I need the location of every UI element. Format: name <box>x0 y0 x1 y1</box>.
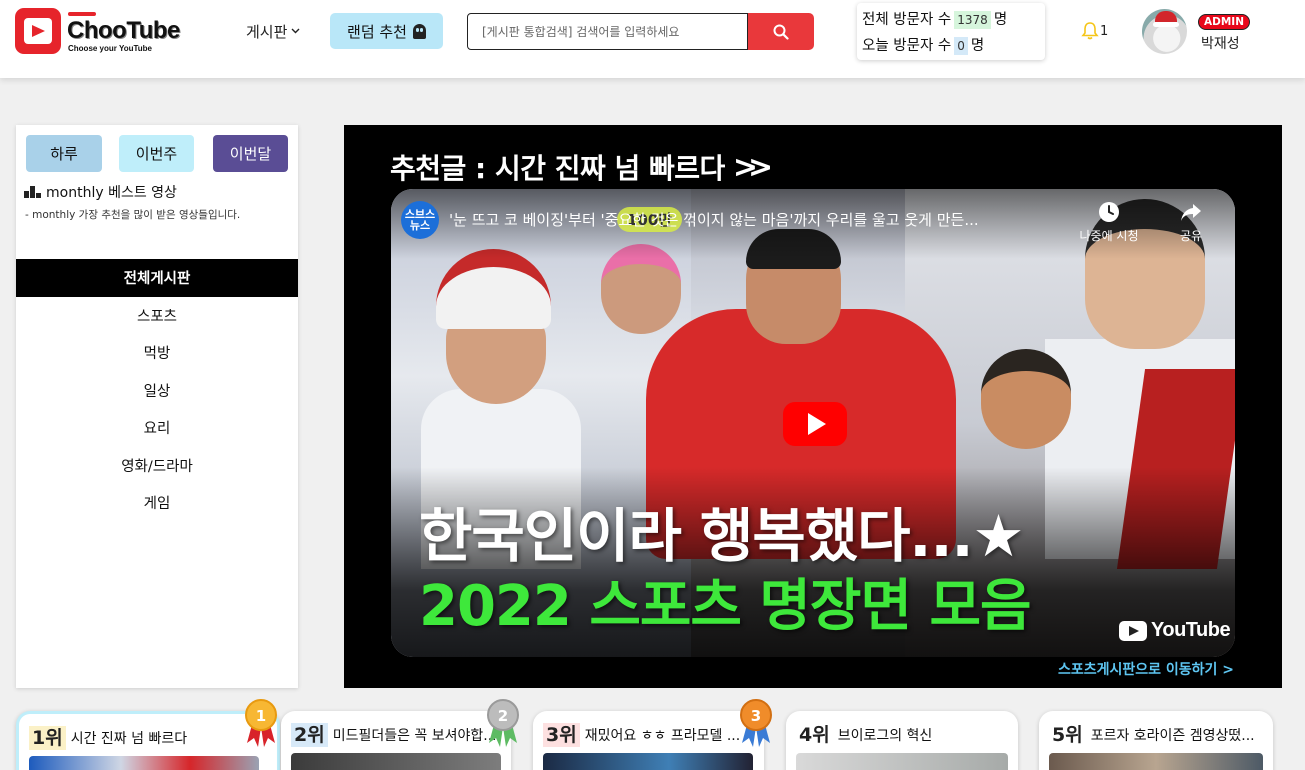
youtube-brand-text: YouTube <box>1151 619 1231 641</box>
featured-title-text: 추천글 : 시간 진짜 넘 빠르다 <box>390 152 725 185</box>
logo[interactable]: ChooTube Choose your YouTube <box>15 8 200 56</box>
podium-icon <box>24 186 41 198</box>
visitor-total-value: 1378 <box>954 11 991 29</box>
visitor-counter: 전체 방문자 수 1378 명 오늘 방문자 수 0 명 <box>857 3 1045 60</box>
menu-item-cooking[interactable]: 요리 <box>16 409 298 447</box>
rank-title: 미드필더들은 꼭 보셔야합... <box>332 728 497 744</box>
logo-title: ChooTube <box>67 17 180 44</box>
period-day-button[interactable]: 하루 <box>26 135 102 172</box>
medal-number: 2 <box>498 707 508 725</box>
menu-item-mukbang[interactable]: 먹방 <box>16 334 298 372</box>
featured-post: 추천글 : 시간 진짜 넘 빠르다 >> 스브스 뉴스 100만 '눈 뜨고 코… <box>344 125 1282 688</box>
search-icon <box>773 24 789 40</box>
rank-card-1[interactable]: 1위 시간 진짜 넘 빠르다 <box>16 711 280 770</box>
period-month-button[interactable]: 이번달 <box>213 135 288 172</box>
best-video-title: monthly 베스트 영상 <box>46 185 177 201</box>
video-title[interactable]: '눈 뜨고 코 베이징'부터 '중요한 것은 꺾이지 않는 마음'까지 우리를 … <box>449 209 1069 230</box>
rank-card-2[interactable]: 2위 미드필더들은 꼭 보셔야합... <box>281 711 511 770</box>
featured-title[interactable]: 추천글 : 시간 진짜 넘 빠르다 >> <box>390 147 773 187</box>
rank-title: 시간 진짜 넘 빠르다 <box>70 731 188 747</box>
visitor-total-row: 전체 방문자 수 1378 명 <box>862 7 1040 33</box>
watch-later-button[interactable]: 나중에 시청 <box>1079 201 1139 244</box>
video-channel-icon[interactable]: 스브스 뉴스 <box>401 201 439 239</box>
avatar[interactable] <box>1142 9 1187 54</box>
board-menu: 전체게시판 스포츠 먹방 일상 요리 영화/드라마 게임 <box>16 259 298 522</box>
notification-button[interactable]: 1 <box>1081 21 1108 41</box>
ghost-icon <box>412 23 426 39</box>
rank-thumbnail <box>543 753 753 770</box>
sidebar: 하루 이번주 이번달 monthly 베스트 영상 - monthly 가장 추… <box>16 125 298 688</box>
username[interactable]: 박재성 <box>1201 33 1240 53</box>
gold-medal-icon: 1 <box>245 699 277 747</box>
menu-item-movie-drama[interactable]: 영화/드라마 <box>16 447 298 485</box>
logo-subtitle: Choose your YouTube <box>68 44 153 53</box>
silver-medal-icon: 2 <box>487 699 519 747</box>
visitor-unit: 명 <box>970 38 985 54</box>
rank-title: 재밌어요 ㅎㅎ 프라모델 ... <box>584 728 741 744</box>
video-subheadline: 2022 스포츠 명장면 모음 <box>419 574 1032 639</box>
visitor-today-value: 0 <box>954 37 968 55</box>
go-sports-board-link[interactable]: 스포츠게시판으로 이동하기 > <box>1058 659 1234 679</box>
rank-thumbnail <box>291 753 501 770</box>
rank-thumbnail <box>29 756 259 770</box>
menu-item-game[interactable]: 게임 <box>16 484 298 522</box>
menu-item-all[interactable]: 전체게시판 <box>16 259 298 297</box>
rank-card-3[interactable]: 3위 재밌어요 ㅎㅎ 프라모델 ... <box>533 711 764 770</box>
rank-card-4[interactable]: 4위 브이로그의 혁신 <box>786 711 1018 770</box>
search-field[interactable] <box>467 13 748 50</box>
youtube-icon <box>1119 620 1147 641</box>
period-week-button[interactable]: 이번주 <box>119 135 194 172</box>
medal-number: 3 <box>751 707 761 725</box>
medal-number: 1 <box>256 707 266 725</box>
rank-card-5[interactable]: 5위 포르자 호라이즌 겜영상떴... <box>1039 711 1273 770</box>
share-button[interactable]: 공유 <box>1161 201 1221 244</box>
search-input[interactable] <box>468 14 747 49</box>
best-video-heading: monthly 베스트 영상 <box>24 182 177 202</box>
visitor-total-label: 전체 방문자 수 <box>862 12 952 28</box>
double-chevron-right-icon: >> <box>732 149 773 185</box>
rank-title: 포르자 호라이즌 겜영상떴... <box>1090 728 1255 744</box>
share-label: 공유 <box>1179 229 1203 243</box>
menu-item-sports[interactable]: 스포츠 <box>16 297 298 335</box>
watch-later-label: 나중에 시청 <box>1079 229 1139 243</box>
play-button[interactable] <box>783 402 847 446</box>
notification-count: 1 <box>1100 23 1109 39</box>
board-menu-dropdown[interactable]: 게시판 <box>246 21 300 42</box>
rank-number: 3위 <box>543 723 580 747</box>
rank-number: 1위 <box>29 726 66 750</box>
rank-number: 4위 <box>799 724 830 746</box>
rank-number: 2위 <box>291 723 328 747</box>
admin-badge: ADMIN <box>1198 14 1250 30</box>
best-video-description: - monthly 가장 추천을 많이 받은 영상들입니다. <box>25 209 241 221</box>
rank-title: 브이로그의 혁신 <box>837 728 933 744</box>
menu-item-daily[interactable]: 일상 <box>16 372 298 410</box>
share-icon <box>1181 204 1201 221</box>
visitor-unit: 명 <box>993 12 1008 28</box>
bell-icon <box>1081 22 1099 40</box>
logo-icon <box>15 8 61 54</box>
chevron-down-icon <box>291 26 300 37</box>
random-recommend-button[interactable]: 랜덤 추천 <box>330 13 443 49</box>
youtube-logo[interactable]: YouTube <box>1119 619 1231 642</box>
clock-icon <box>1099 202 1119 222</box>
search-button[interactable] <box>748 13 814 50</box>
visitor-today-row: 오늘 방문자 수 0 명 <box>862 33 1040 59</box>
video-embed[interactable]: 스브스 뉴스 100만 '눈 뜨고 코 베이징'부터 '중요한 것은 꺾이지 않… <box>391 189 1235 657</box>
rank-thumbnail <box>796 753 1008 770</box>
top-header: ChooTube Choose your YouTube 게시판 랜덤 추천 전… <box>0 0 1305 78</box>
random-recommend-label: 랜덤 추천 <box>347 22 407 41</box>
board-menu-label: 게시판 <box>246 23 288 41</box>
visitor-today-label: 오늘 방문자 수 <box>862 38 952 54</box>
rank-thumbnail <box>1049 753 1263 770</box>
bronze-medal-icon: 3 <box>740 699 772 747</box>
rank-number: 5위 <box>1052 724 1083 746</box>
